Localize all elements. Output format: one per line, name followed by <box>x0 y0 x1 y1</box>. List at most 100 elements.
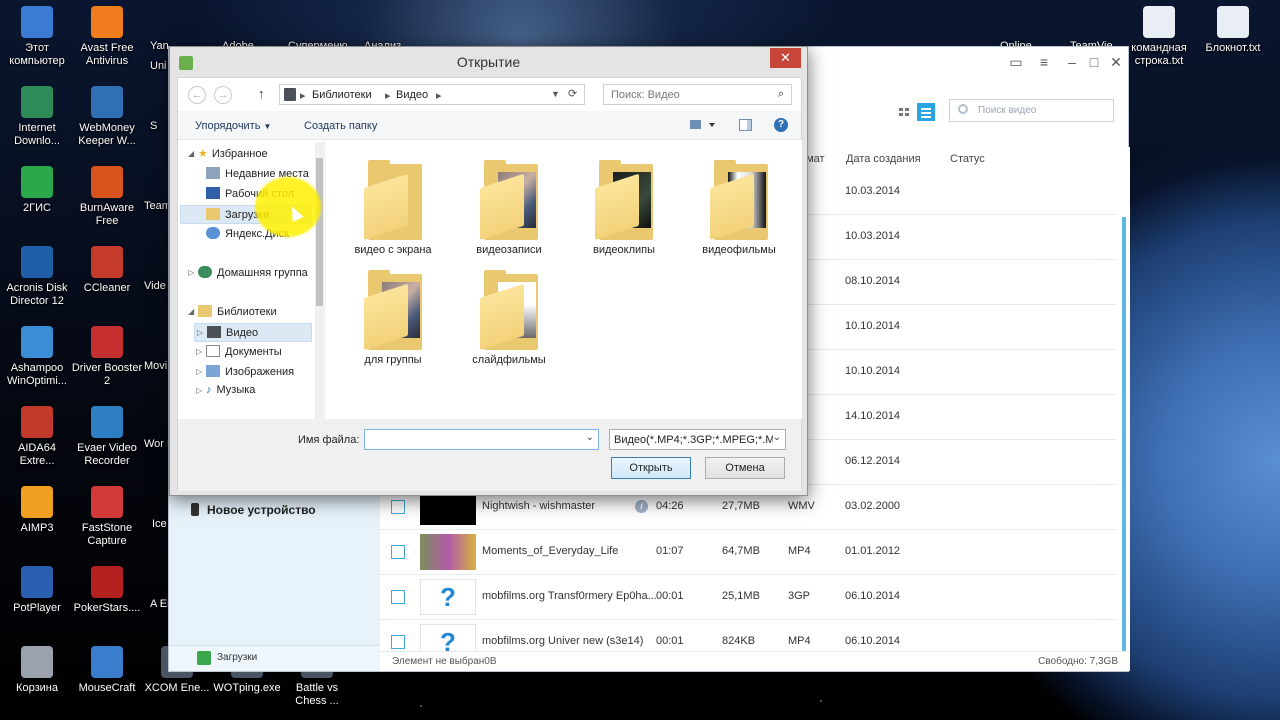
mousecraft-icon <box>91 646 123 678</box>
row-checkbox[interactable] <box>391 635 405 649</box>
column-created[interactable]: Дата создания <box>846 153 921 165</box>
desktop-icon-item[interactable]: Блокнот.txt <box>1196 6 1270 55</box>
pokerstars-icon <box>91 566 123 598</box>
close-icon[interactable]: ✕ <box>1107 53 1125 71</box>
desktop-icon-label: Internet Downlo... <box>14 122 60 147</box>
new-folder-button[interactable]: Создать папку <box>304 120 377 132</box>
folder-item[interactable]: видеоклипы <box>569 160 679 256</box>
chat-icon[interactable]: ▭ <box>1007 53 1025 71</box>
chevron-down-icon[interactable]: ⌄ <box>772 432 781 443</box>
nav-video[interactable]: ▷ Видео <box>194 323 312 342</box>
status-bar: Элемент не выбран0B Свободно: 7,3GB <box>380 651 1130 671</box>
expand-arrow-icon: ▷ <box>196 367 203 376</box>
desktop-icon-item[interactable]: Корзина <box>0 646 74 695</box>
nav-scrollbar-thumb[interactable] <box>316 158 323 306</box>
desktop-icon-item[interactable]: FastStone Capture <box>70 486 144 548</box>
refresh-icon[interactable]: ⟳ <box>568 87 577 100</box>
folder-item[interactable]: видеозаписи <box>454 160 564 256</box>
desktop-icon-item[interactable]: Avast Free Antivirus <box>70 6 144 68</box>
table-row[interactable]: Moments_of_Everyday_Life 01:07 64,7MB MP… <box>380 530 1116 575</box>
row-duration: 01:07 <box>656 545 684 557</box>
row-size: 824KB <box>722 635 756 647</box>
row-checkbox[interactable] <box>391 545 405 559</box>
sidebar-downloads[interactable]: Загрузки <box>169 645 380 671</box>
desktop-icon-label: Driver Booster 2 <box>71 362 143 387</box>
folder-item[interactable]: для группы <box>338 270 448 366</box>
breadcrumb-video[interactable]: Видео <box>396 89 428 101</box>
chevron-down-icon[interactable]: ▼ <box>551 89 560 99</box>
desktop-icon-item[interactable]: Internet Downlo... <box>0 86 74 148</box>
change-view-icon[interactable] <box>690 118 718 135</box>
desktop-icon-item[interactable]: PokerStars.... <box>70 566 144 615</box>
list-view-icon[interactable] <box>917 103 935 121</box>
desktop-icon-item[interactable]: Ashampoo WinOptimi... <box>0 326 74 388</box>
desktop-icon-item[interactable]: AIMP3 <box>0 486 74 535</box>
grid-view-icon[interactable] <box>895 103 913 121</box>
desktop-icon-label: BurnAware Free <box>79 202 135 227</box>
desktop-icon-item[interactable]: MouseCraft <box>70 646 144 695</box>
images-icon <box>206 365 220 377</box>
up-icon[interactable]: ↑ <box>258 86 265 101</box>
search-input[interactable]: Поиск: Видео ⌕ <box>603 84 792 105</box>
expand-arrow-icon: ▷ <box>188 268 195 277</box>
minimize-icon[interactable]: – <box>1063 53 1081 71</box>
nav-homegroup[interactable]: ▷ Домашняя группа <box>188 266 308 285</box>
back-icon[interactable]: ← <box>188 86 206 104</box>
desktop-icon-label: CCleaner <box>83 282 131 294</box>
desktop-icon-label: Acronis Disk Director 12 <box>6 282 68 307</box>
desktop-icon-item[interactable]: AIDA64 Extre... <box>0 406 74 468</box>
preview-pane-icon[interactable] <box>739 118 753 135</box>
acronis-icon <box>21 246 53 278</box>
row-format: WMV <box>788 500 815 512</box>
folder-icon <box>480 270 538 350</box>
device-item[interactable]: Новое устройство <box>191 503 316 517</box>
list-icon[interactable]: ≡ <box>1035 53 1053 71</box>
folder-item[interactable]: слайдфильмы <box>454 270 564 366</box>
desktop-icon-label: Avast Free Antivirus <box>80 42 134 67</box>
filetype-select[interactable]: Видео(*.MP4;*.3GP;*.MPEG;*.M ⌄ <box>609 429 786 450</box>
desktop-icon-item[interactable]: командная строка.txt <box>1122 6 1196 68</box>
folder-label: видеофильмы <box>702 244 776 256</box>
video-search-input[interactable]: Поиск видео <box>949 99 1114 122</box>
scrollbar[interactable] <box>1122 217 1126 665</box>
search-icon <box>958 104 968 114</box>
nav-favorites[interactable]: ◢ ★ Избранное <box>188 147 268 166</box>
address-bar[interactable]: ▸ Библиотеки ▸ Видео ▸ ▼ ⟳ <box>279 84 585 105</box>
command-bar: Упорядочить ▼ Создать папку ? <box>178 111 801 140</box>
chevron-down-icon[interactable]: ⌄ <box>586 432 594 443</box>
this-pc-icon <box>21 6 53 38</box>
nav-music[interactable]: ▷ ♪ Музыка <box>196 384 255 403</box>
open-button[interactable]: Открыть <box>611 457 691 479</box>
desktop-icon-label: WOTping.exe <box>213 682 281 694</box>
filename-input[interactable]: ⌄ <box>364 429 599 450</box>
desktop-icon-item[interactable]: WebMoney Keeper W... <box>70 86 144 148</box>
desktop-icon-item[interactable]: 2ГИС <box>0 166 74 215</box>
forward-icon[interactable]: → <box>214 86 232 104</box>
row-checkbox[interactable] <box>391 590 405 604</box>
desktop-icon-item[interactable]: BurnAware Free <box>70 166 144 228</box>
column-status[interactable]: Статус <box>950 153 985 165</box>
star <box>820 700 822 702</box>
desktop-icon-item[interactable]: CCleaner <box>70 246 144 295</box>
nav-documents[interactable]: ▷ Документы <box>196 345 282 364</box>
close-button[interactable]: ✕ <box>770 48 801 68</box>
info-icon[interactable]: i <box>635 500 648 513</box>
folder-item[interactable]: видеофильмы <box>684 160 794 256</box>
desktop-icon-item[interactable]: Этот компьютер <box>0 6 74 68</box>
organize-button[interactable]: Упорядочить ▼ <box>195 120 271 132</box>
downloads-label: Загрузки <box>217 652 258 663</box>
aimp-icon <box>21 486 53 518</box>
folder-item[interactable]: видео с экрана <box>338 160 448 256</box>
desktop-icon-item[interactable]: Driver Booster 2 <box>70 326 144 388</box>
cancel-button[interactable]: Отмена <box>705 457 785 479</box>
maximize-icon[interactable]: □ <box>1085 53 1103 71</box>
desktop-icon-item[interactable]: Acronis Disk Director 12 <box>0 246 74 308</box>
breadcrumb-libraries[interactable]: Библиотеки <box>312 89 372 101</box>
desktop-icon-item[interactable]: Evaer Video Recorder <box>70 406 144 468</box>
help-icon[interactable]: ? <box>774 118 788 132</box>
desktop-icon-item[interactable]: PotPlayer <box>0 566 74 615</box>
nav-libraries[interactable]: ◢ Библиотеки <box>188 305 277 324</box>
row-checkbox[interactable] <box>391 500 405 514</box>
nav-images[interactable]: ▷ Изображения <box>196 365 294 384</box>
table-row[interactable]: ? mobfilms.org Transf0rmery Ep0ha... 00:… <box>380 575 1116 620</box>
